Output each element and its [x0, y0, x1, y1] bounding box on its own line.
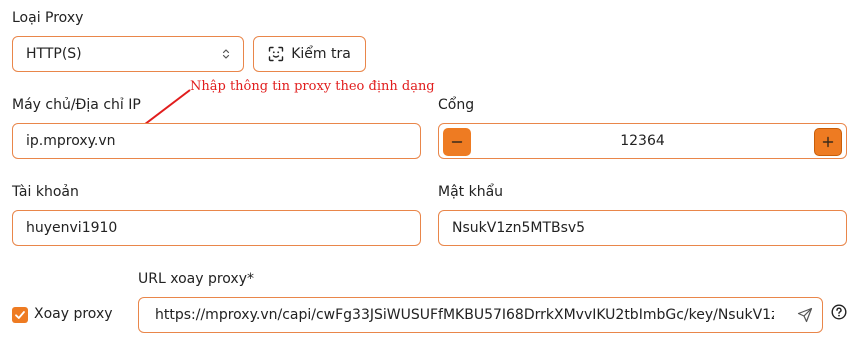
rotate-proxy-label[interactable]: Xoay proxy	[34, 306, 113, 322]
rotate-url-label: URL xoay proxy*	[138, 271, 254, 287]
proxy-type-selected: HTTP(S)	[26, 46, 82, 62]
check-proxy-label: Kiểm tra	[291, 46, 351, 62]
minus-icon	[451, 141, 463, 143]
port-stepper[interactable]: 12364	[438, 123, 847, 159]
rotate-url-input[interactable]: https://mproxy.vn/capi/cwFg33JSiWUSUFfMK…	[138, 297, 823, 333]
proxy-type-select[interactable]: HTTP(S)	[12, 36, 244, 72]
account-label: Tài khoản	[12, 184, 79, 200]
password-label: Mật khẩu	[438, 184, 504, 200]
rotate-proxy-checkbox[interactable]	[12, 307, 28, 323]
port-label: Cổng	[438, 97, 475, 113]
host-input[interactable]: ip.mproxy.vn	[12, 123, 421, 159]
chevron-updown-icon	[222, 49, 230, 59]
plus-icon	[822, 136, 834, 148]
annotation-text: Nhập thông tin proxy theo định dạng	[190, 79, 435, 94]
send-icon[interactable]	[797, 307, 813, 323]
host-label: Máy chủ/Địa chỉ IP	[12, 97, 141, 113]
port-value: 12364	[620, 133, 665, 149]
increment-button[interactable]	[814, 128, 842, 156]
help-circle-icon[interactable]	[831, 304, 847, 320]
proxy-type-label: Loại Proxy	[12, 10, 84, 26]
password-input[interactable]: NsukV1zn5MTBsv5	[438, 210, 847, 246]
host-value: ip.mproxy.vn	[26, 133, 116, 149]
decrement-button[interactable]	[443, 128, 471, 156]
scan-face-icon	[268, 46, 284, 62]
account-value: huyenvi1910	[26, 220, 118, 236]
check-proxy-button[interactable]: Kiểm tra	[253, 36, 366, 72]
check-icon	[15, 311, 25, 319]
password-value: NsukV1zn5MTBsv5	[452, 220, 586, 236]
rotate-url-value: https://mproxy.vn/capi/cwFg33JSiWUSUFfMK…	[155, 307, 774, 323]
account-input[interactable]: huyenvi1910	[12, 210, 421, 246]
